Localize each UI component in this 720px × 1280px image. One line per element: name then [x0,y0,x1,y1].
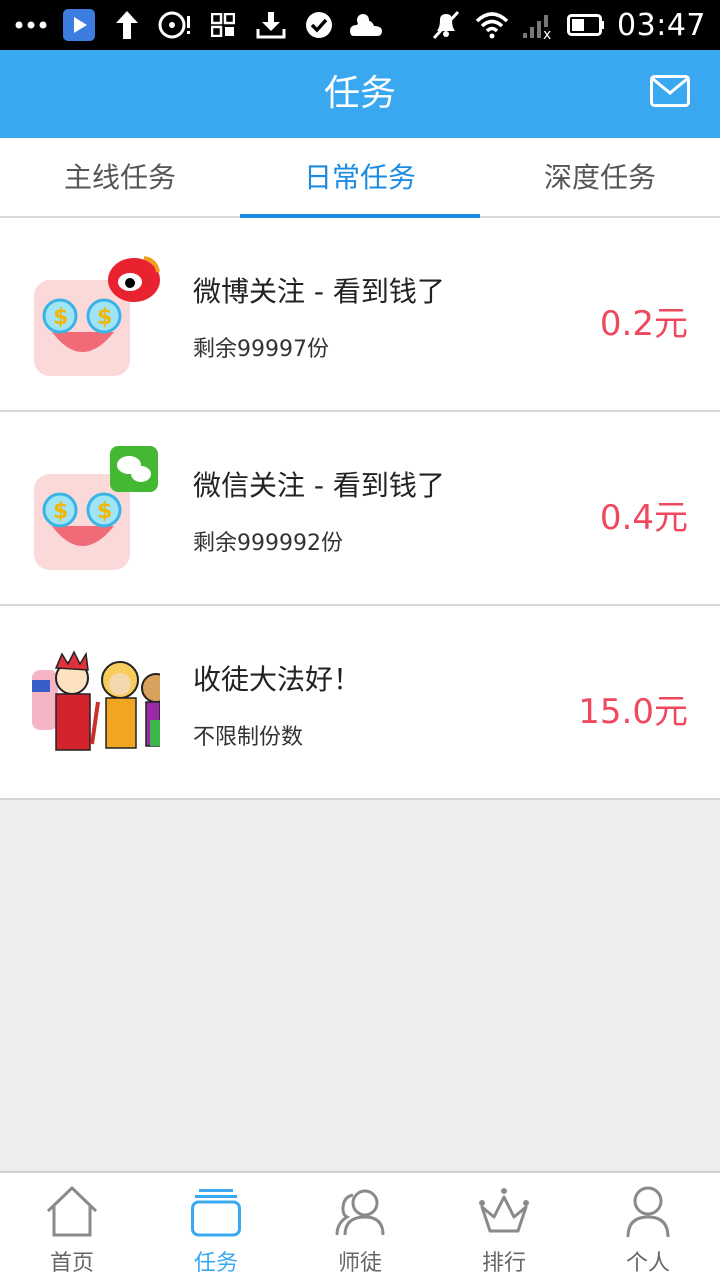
task-reward: 0.4元 [599,498,688,538]
people-icon [335,1189,385,1236]
list-item[interactable]: $ $ 微博关注 - 看到钱了 剩余99997份 0.2元 [0,218,720,412]
svg-text:$: $ [53,305,68,330]
task-reward: 15.0元 [578,692,688,732]
nav-tasks-label: 任务 [193,1251,238,1276]
task-remaining: 不限制份数 [193,725,304,750]
task-tabs: 主线任务 日常任务 深度任务 [0,138,720,218]
wechat-money-icon: $ $ [32,446,160,574]
task-list: $ $ 微博关注 - 看到钱了 剩余99997份 0.2元 $ $ 微信关注 -… [0,218,720,800]
svg-text:x: x [543,27,551,39]
task-reward: 0.2元 [599,304,688,344]
app-bar: 任务 [0,50,720,138]
play-app-icon [62,8,96,42]
svg-text:$: $ [97,499,112,524]
mail-button[interactable] [650,75,690,111]
task-title: 微信关注 - 看到钱了 [193,469,445,502]
upload-arrow-icon [110,8,144,42]
nav-ranking-label: 排行 [481,1251,526,1276]
nav-home[interactable]: 首页 [0,1173,144,1280]
crown-icon [479,1188,529,1233]
nav-mentor-label: 师徒 [337,1251,382,1276]
nav-ranking[interactable]: 排行 [432,1173,576,1280]
tasks-icon [191,1189,241,1237]
svg-text:$: $ [53,499,68,524]
cloud-icon [350,8,384,42]
battery-icon [567,8,605,42]
nav-tasks[interactable]: 任务 [144,1173,288,1280]
wifi-icon [475,8,509,42]
signal-icon: x [521,8,555,42]
nav-mentor[interactable]: 师徒 [288,1173,432,1280]
task-remaining: 剩余999992份 [193,531,343,556]
task-title: 收徒大法好！ [193,663,362,696]
task-title: 微博关注 - 看到钱了 [193,275,445,308]
nav-profile[interactable]: 个人 [576,1173,720,1280]
weibo-money-icon: $ $ [32,252,160,380]
mute-icon [429,8,463,42]
svg-text:$: $ [97,305,112,330]
clock: 03:47 [617,7,706,43]
tab-deep-tasks[interactable]: 深度任务 [480,138,720,216]
tab-main-tasks[interactable]: 主线任务 [0,138,240,216]
more-dots-icon [14,8,48,42]
nav-home-label: 首页 [49,1251,94,1276]
list-item[interactable]: $ $ 微信关注 - 看到钱了 剩余999992份 0.4元 [0,412,720,606]
journey-west-characters-icon [32,640,171,768]
person-icon [626,1186,670,1238]
task-remaining: 剩余99997份 [193,337,329,362]
mail-icon [650,75,690,107]
tab-daily-tasks[interactable]: 日常任务 [240,138,480,218]
page-title: 任务 [323,73,396,114]
grid-app-icon [206,8,240,42]
disc-icon [158,8,192,42]
check-circle-icon [302,8,336,42]
download-icon [254,8,288,42]
list-item[interactable]: 收徒大法好！ 不限制份数 15.0元 [0,606,720,800]
home-icon [46,1186,98,1237]
nav-profile-label: 个人 [625,1251,670,1276]
status-bar: x 03:47 [0,0,720,50]
bottom-nav: 首页 任务 师徒 排行 个人 [0,1171,720,1280]
